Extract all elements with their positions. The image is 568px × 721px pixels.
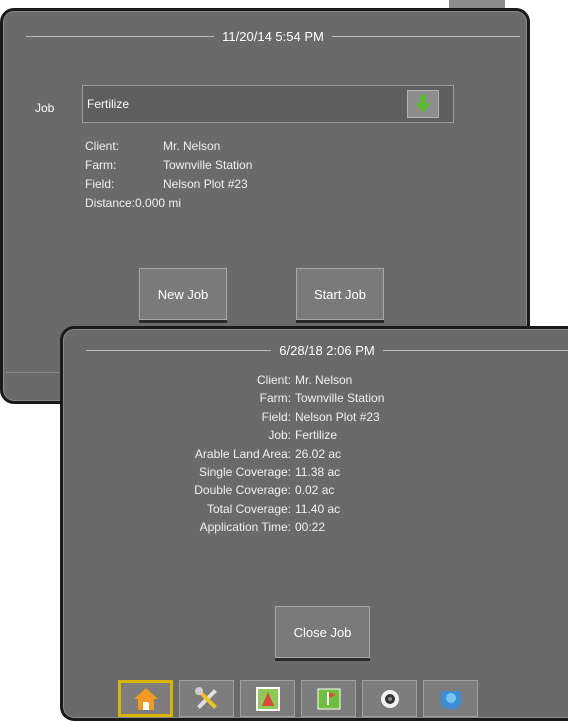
summary-value: 00:22 xyxy=(295,520,326,535)
header-rule xyxy=(86,349,272,351)
start-job-button[interactable]: Start Job xyxy=(296,268,384,320)
data-transfer-tab[interactable] xyxy=(423,680,478,717)
close-job-button[interactable]: Close Job xyxy=(275,606,370,658)
header-rule xyxy=(26,35,215,37)
detail-row-distance: Distance: 0.000 mi xyxy=(85,194,252,213)
summary-row: Application Time: 00:22 xyxy=(100,518,384,536)
summary-value: 26.02 ac xyxy=(295,446,342,461)
detail-row-field: Field: Nelson Plot #23 xyxy=(85,175,252,194)
field-map-icon xyxy=(255,686,280,711)
detail-value: 0.000 mi xyxy=(135,196,182,210)
summary-row: Farm: Townville Station xyxy=(100,389,385,407)
summary-value: Mr. Nelson xyxy=(295,373,353,387)
detail-key: Farm: xyxy=(85,158,117,172)
home-icon xyxy=(133,687,158,710)
down-arrow-icon xyxy=(415,95,431,113)
detail-row-farm: Farm: Townville Station xyxy=(85,156,252,175)
summary-key: Application Time: xyxy=(199,520,291,535)
summary-row: Job: Fertilize xyxy=(100,426,384,444)
header-rule xyxy=(331,35,521,37)
job-dropdown-button[interactable] xyxy=(407,90,439,118)
summary-row: Arable Land Area: 26.02 ac xyxy=(100,445,384,463)
summary-row: Double Coverage: 0.02 ac xyxy=(100,481,384,499)
flag-map-tab[interactable] xyxy=(301,680,356,717)
summary-key: Field: xyxy=(261,409,291,424)
detail-value: Nelson Plot #23 xyxy=(163,177,248,191)
detail-value: Townville Station xyxy=(163,158,253,172)
new-job-button[interactable]: New Job xyxy=(139,268,227,320)
summary-header: 6/28/18 2:06 PM xyxy=(86,340,568,360)
summary-key: Farm: xyxy=(259,391,291,406)
detail-key: Field: xyxy=(85,177,115,191)
detail-key: Distance: xyxy=(85,196,136,210)
detail-value: Mr. Nelson xyxy=(163,139,221,153)
tools-icon xyxy=(194,686,217,709)
job-summary-list: Client: Mr. Nelson Farm: Townville Station… xyxy=(100,371,384,537)
summary-value: 11.40 ac xyxy=(295,501,341,516)
summary-row: Client: Mr. Nelson xyxy=(100,371,384,389)
header-rule xyxy=(382,349,568,351)
tools-tab[interactable] xyxy=(179,680,234,717)
bottom-toolbar xyxy=(118,680,478,717)
summary-row: Total Coverage: 11.40 ac xyxy=(100,500,384,518)
job-screen-header: 11/20/14 5:54 PM xyxy=(26,26,521,46)
flag-map-icon xyxy=(317,688,340,709)
summary-key: Client: xyxy=(256,373,291,387)
summary-value: 11.38 ac xyxy=(295,465,341,480)
job-screen-datetime: 11/20/14 5:54 PM xyxy=(222,28,324,44)
summary-value: Nelson Plot #23 xyxy=(295,409,380,424)
summary-value: Townville Station xyxy=(295,391,385,406)
detail-row-client: Client: Mr. Nelson xyxy=(85,137,252,156)
summary-datetime: 6/28/18 2:06 PM xyxy=(279,342,375,358)
summary-key: Arable Land Area: xyxy=(194,446,291,461)
job-field-label: Job xyxy=(35,101,55,115)
summary-key: Total Coverage: xyxy=(206,501,291,516)
camera-icon xyxy=(380,689,399,708)
detail-key: Client: xyxy=(85,139,120,153)
job-select-value: Fertilize xyxy=(87,97,130,111)
summary-row: Field: Nelson Plot #23 xyxy=(100,408,384,426)
summary-value: 0.02 ac xyxy=(295,483,335,498)
home-tab[interactable] xyxy=(118,680,173,717)
data-transfer-icon xyxy=(440,690,461,709)
summary-row: Single Coverage: 11.38 ac xyxy=(100,463,384,481)
summary-key: Single Coverage: xyxy=(198,465,291,480)
job-select[interactable]: Fertilize xyxy=(82,85,454,123)
summary-key: Double Coverage: xyxy=(194,483,291,498)
job-details: Client: Mr. Nelson Farm: Townville Stati… xyxy=(85,137,252,213)
summary-key: Job: xyxy=(268,428,291,443)
camera-tab[interactable] xyxy=(362,680,417,717)
field-map-tab[interactable] xyxy=(240,680,295,717)
summary-value: Fertilize xyxy=(295,428,338,443)
